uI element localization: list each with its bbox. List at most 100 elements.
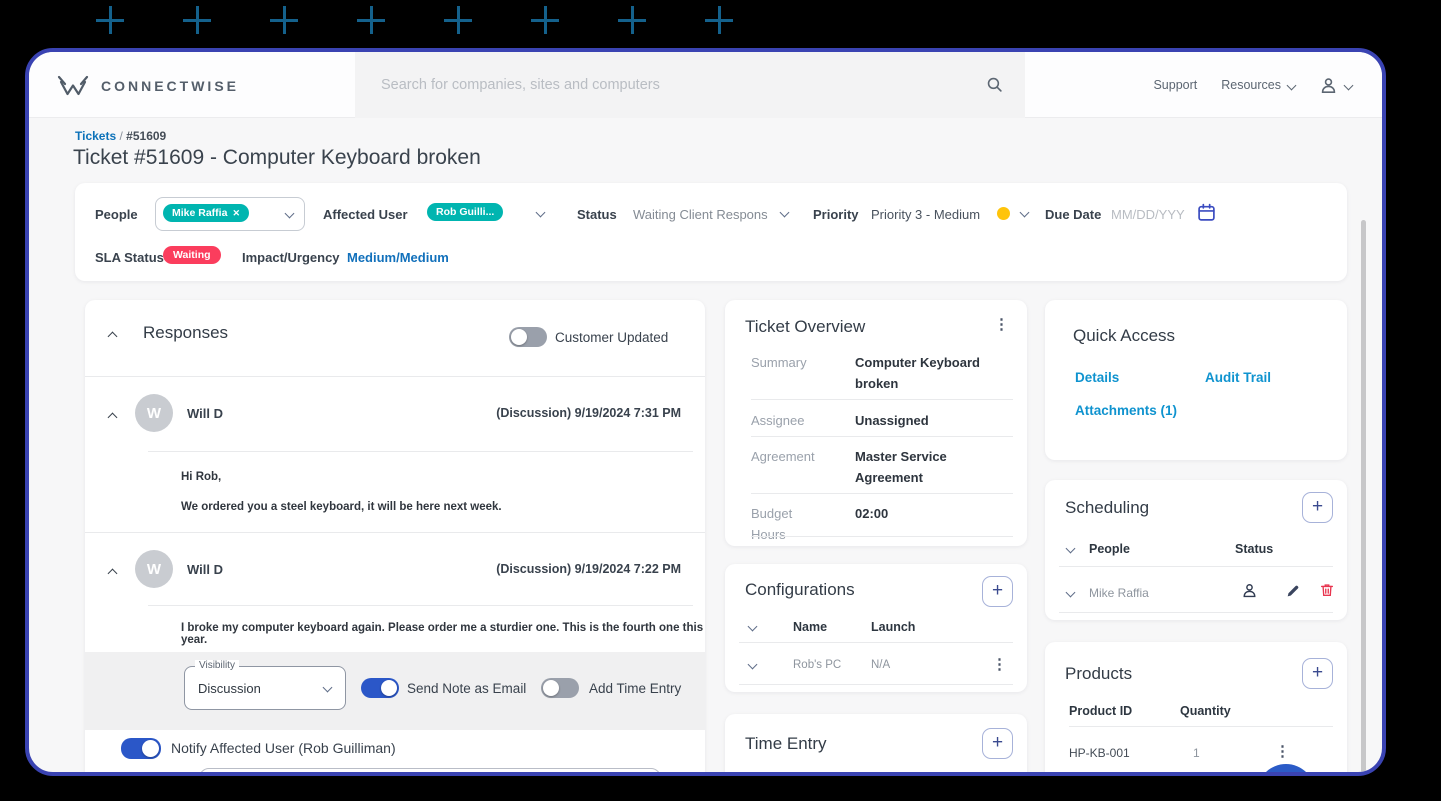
add-product-button[interactable]: +	[1302, 658, 1333, 689]
configurations-card: Configurations + Name Launch Rob's PC N/…	[725, 564, 1027, 692]
add-configuration-button[interactable]: +	[982, 576, 1013, 607]
connectwise-logo: CONNECTWISE	[55, 74, 239, 98]
search-input[interactable]	[355, 52, 1025, 118]
product-id[interactable]: HP-KB-001	[1069, 746, 1130, 760]
due-date-placeholder[interactable]: MM/DD/YYY	[1111, 207, 1185, 222]
collapse-entry-icon[interactable]	[107, 568, 118, 579]
overview-row-label: Summary	[751, 355, 807, 370]
overview-row-label: Assignee	[751, 413, 805, 428]
brand-name: CONNECTWISE	[101, 78, 239, 94]
configurations-col-name: Name	[793, 620, 828, 634]
plus-decor-icon	[444, 6, 472, 34]
breadcrumb-tickets-link[interactable]: Tickets	[75, 129, 116, 143]
send-note-email-label: Send Note as Email	[407, 681, 527, 696]
toggle-knob	[511, 329, 527, 345]
scheduling-person-name[interactable]: Mike Raffia	[1089, 586, 1149, 600]
row-menu-icon[interactable]: ⋮	[992, 655, 1007, 673]
resources-menu[interactable]: Resources	[1221, 78, 1297, 92]
entry-body-line: Hi Rob,	[181, 471, 222, 483]
chevron-down-icon[interactable]	[1065, 587, 1076, 598]
status-label: Status	[577, 207, 617, 222]
divider	[148, 605, 693, 606]
people-select[interactable]: Mike Raffia ✕	[155, 197, 305, 231]
divider	[85, 532, 705, 533]
support-link[interactable]: Support	[1153, 78, 1197, 92]
search-icon[interactable]	[986, 76, 1003, 93]
priority-value[interactable]: Priority 3 - Medium	[871, 207, 980, 222]
people-chip[interactable]: Mike Raffia ✕	[163, 204, 249, 222]
breadcrumb-current: #51609	[126, 129, 167, 143]
configurations-col-launch: Launch	[871, 620, 916, 634]
vertical-scrollbar[interactable]	[1361, 220, 1366, 772]
calendar-icon[interactable]	[1197, 203, 1216, 222]
overview-row-value: Unassigned	[855, 413, 929, 428]
time-entry-card: Time Entry +	[725, 714, 1027, 772]
customer-updated-toggle[interactable]	[509, 327, 547, 347]
quick-access-card: Quick Access Details Audit Trail Attachm…	[1045, 300, 1347, 460]
affected-user-chip[interactable]: Rob Guilli...	[427, 203, 504, 221]
chevron-down-icon[interactable]	[1065, 543, 1076, 554]
entry-meta: (Discussion) 9/19/2024 7:22 PM	[496, 562, 681, 576]
note-text-input[interactable]	[199, 768, 661, 772]
app-window: CONNECTWISE Support Resources Tickets	[25, 48, 1386, 776]
toggle-knob	[381, 680, 397, 696]
affected-user-chip-label: Rob Guilli...	[436, 206, 495, 218]
configuration-name[interactable]: Rob's PC	[793, 659, 841, 671]
breadcrumb-separator: /	[119, 129, 123, 143]
avatar: W	[135, 394, 173, 432]
products-col-qty: Quantity	[1180, 704, 1231, 718]
assign-person-icon[interactable]	[1241, 582, 1258, 599]
divider	[739, 642, 1013, 643]
affected-user-label: Affected User	[323, 207, 408, 222]
delete-trash-icon[interactable]	[1319, 582, 1335, 598]
chevron-down-icon[interactable]	[535, 207, 546, 218]
add-time-entry-toggle[interactable]	[541, 678, 579, 698]
people-chip-label: Mike Raffia	[172, 207, 228, 219]
add-time-entry-button[interactable]: +	[982, 728, 1013, 759]
add-time-entry-label: Add Time Entry	[589, 681, 682, 696]
divider	[751, 493, 1013, 494]
chevron-down-icon[interactable]	[747, 659, 758, 670]
chevron-down-icon[interactable]	[747, 621, 758, 632]
configurations-title: Configurations	[745, 580, 855, 599]
divider	[85, 376, 705, 377]
visibility-value: Discussion	[198, 681, 261, 696]
scheduling-card: Scheduling + People Status Mike Raffia	[1045, 480, 1347, 620]
edit-pencil-icon[interactable]	[1285, 583, 1301, 599]
user-menu[interactable]	[1319, 76, 1354, 95]
notify-affected-user-toggle[interactable]	[121, 738, 161, 759]
visibility-select[interactable]: Visibility Discussion	[184, 660, 346, 710]
people-label: People	[95, 207, 138, 222]
configuration-launch: N/A	[871, 659, 891, 671]
chip-close-icon[interactable]: ✕	[232, 208, 240, 219]
details-link[interactable]: Details	[1075, 370, 1119, 385]
overview-row-label: Budget Hours	[751, 506, 793, 542]
add-schedule-button[interactable]: +	[1302, 492, 1333, 523]
collapse-responses-icon[interactable]	[107, 331, 118, 342]
collapse-entry-icon[interactable]	[107, 412, 118, 423]
chevron-down-icon	[1343, 80, 1354, 90]
ticket-overview-title: Ticket Overview	[745, 317, 866, 336]
status-value[interactable]: Waiting Client Respons	[633, 207, 775, 222]
audit-trail-link[interactable]: Audit Trail	[1205, 370, 1271, 385]
divider	[1069, 726, 1333, 727]
scheduling-col-status: Status	[1235, 542, 1274, 556]
overview-row-value: 02:00	[855, 506, 889, 521]
priority-color-dot	[997, 207, 1010, 220]
impact-urgency-value[interactable]: Medium/Medium	[347, 250, 449, 265]
quick-access-title: Quick Access	[1073, 326, 1176, 345]
overflow-menu-icon[interactable]: ⋮	[994, 315, 1009, 333]
chevron-down-icon[interactable]	[1019, 207, 1030, 218]
send-note-email-toggle[interactable]	[361, 678, 399, 698]
chevron-down-icon[interactable]	[779, 207, 790, 218]
avatar: W	[135, 550, 173, 588]
notify-affected-user-label: Notify Affected User (Rob Guilliman)	[171, 740, 396, 756]
plus-decor-icon	[705, 6, 733, 34]
responses-card: Responses Customer Updated W Will D (Dis…	[85, 300, 705, 772]
products-card: Products + Product ID Quantity HP-KB-001…	[1045, 642, 1347, 772]
ticket-overview-card: Ticket Overview ⋮ Summary Computer Keybo…	[725, 300, 1027, 546]
divider	[739, 684, 1013, 685]
attachments-link[interactable]: Attachments (1)	[1075, 403, 1177, 418]
row-menu-icon[interactable]: ⋮	[1275, 742, 1290, 760]
entry-author: Will D	[187, 406, 223, 421]
